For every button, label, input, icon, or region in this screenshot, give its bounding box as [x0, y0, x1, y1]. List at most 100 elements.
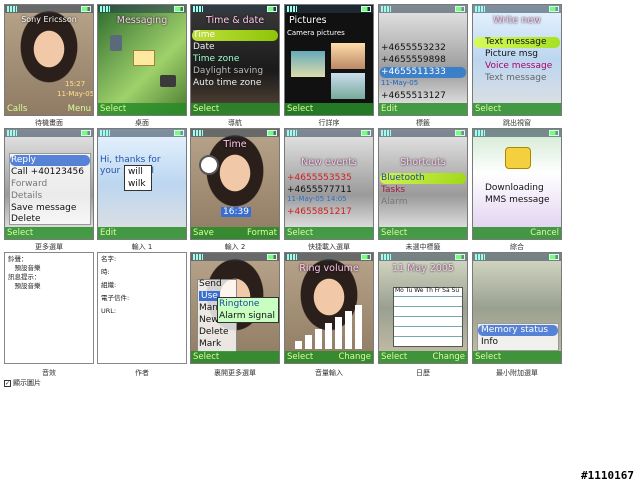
menu-item[interactable]: Details	[11, 191, 42, 201]
menu-item[interactable]: New	[199, 315, 219, 325]
menu-item[interactable]: Save message	[11, 203, 76, 213]
shortcut-item[interactable]: Bluetooth	[381, 173, 425, 183]
menu-item[interactable]: Text message	[485, 37, 547, 47]
softkey-left[interactable]: Calls	[7, 104, 27, 114]
menu-item[interactable]: Man	[199, 303, 218, 313]
softkey-left[interactable]: Select	[475, 104, 501, 114]
menu-item[interactable]: Voice message	[485, 61, 552, 71]
softkey-bar: Select	[5, 227, 93, 239]
clock-label: 15:27	[65, 80, 86, 88]
panel-line: URL:	[101, 307, 117, 315]
screen-calendar[interactable]: 11 May 2005 Mo Tu We Th Fr Sa Su Select C…	[378, 252, 468, 364]
screen-min-menu[interactable]: Memory status Info Select	[472, 252, 562, 364]
submenu-item[interactable]: Ringtone	[219, 299, 259, 309]
softkey-left[interactable]: Select	[287, 352, 313, 362]
screen-input-1[interactable]: Hi, thanks for your party. I will wilk E…	[97, 128, 187, 240]
menu-item[interactable]: Memory status	[481, 325, 548, 335]
menu-item[interactable]: Delete	[199, 327, 229, 337]
submenu-item[interactable]: Alarm signal	[219, 311, 275, 321]
menu-item[interactable]: Auto time zone	[193, 78, 261, 88]
list-item[interactable]: +4655559898	[381, 55, 446, 65]
event-item[interactable]: +4655577711	[287, 185, 352, 195]
softkey-bar: Select Change	[285, 351, 373, 363]
softkey-left[interactable]: Select	[193, 104, 219, 114]
softkey-left[interactable]: Select	[287, 228, 313, 238]
softkey-left[interactable]: Edit	[381, 104, 397, 114]
softkey-right[interactable]: Menu	[68, 104, 91, 114]
battery-icon	[455, 130, 465, 136]
suggestion-item[interactable]: wilk	[128, 179, 146, 189]
softkey-left[interactable]: Edit	[100, 228, 116, 238]
softkey-left[interactable]: Select	[287, 104, 313, 114]
screen-title: Ring volume	[299, 263, 359, 274]
screen-write-new[interactable]: Write new Text message Picture msg Voice…	[472, 4, 562, 116]
screen-time-date[interactable]: Time & date Time Date Time zone Daylight…	[190, 4, 280, 116]
menu-item[interactable]: Info	[481, 337, 498, 347]
screen-caption: 音效	[42, 369, 56, 377]
screen-pictures[interactable]: Pictures Camera pictures Select	[284, 4, 374, 116]
show-images-option[interactable]: ✓ 顯示圖片	[4, 378, 41, 388]
panel-line: 預設音樂	[8, 282, 41, 290]
softkey-left[interactable]: Select	[100, 104, 126, 114]
checkbox[interactable]: ✓	[4, 379, 11, 387]
suggestion-item[interactable]: will	[128, 167, 143, 177]
screen-title: Write new	[493, 15, 541, 26]
shortcut-item[interactable]: Tasks	[381, 185, 405, 195]
shortcut-item[interactable]: Alarm	[381, 197, 407, 207]
screen-standby[interactable]: Sony Ericsson 15:27 11-May-05 Calls Menu	[4, 4, 94, 116]
sound-info-panel: 鈴聲： 預設音樂 訊息提示： 預設音樂	[4, 252, 94, 364]
list-item[interactable]: +4655511333	[381, 67, 446, 77]
battery-icon	[455, 6, 465, 12]
screen-input-2[interactable]: Time 16:39 Save Format	[190, 128, 280, 240]
screen-desktop[interactable]: Messaging Select	[97, 4, 187, 116]
thumbnail-image[interactable]	[291, 51, 325, 77]
thumbnail-image[interactable]	[331, 73, 365, 99]
menu-item[interactable]: Time	[193, 30, 215, 40]
calendar-grid[interactable]	[393, 287, 463, 347]
list-item[interactable]: +4655553232	[381, 43, 446, 53]
menu-item[interactable]: Forward	[11, 179, 47, 189]
menu-item[interactable]: Daylight saving	[193, 66, 263, 76]
softkey-left[interactable]: Select	[381, 228, 407, 238]
softkey-right[interactable]: Cancel	[530, 228, 559, 238]
list-item[interactable]: 11-May-05	[381, 79, 418, 87]
event-item[interactable]: +4655553535	[287, 173, 352, 183]
list-item[interactable]: +4655513127	[381, 91, 446, 101]
menu-item[interactable]: Picture msg	[485, 49, 538, 59]
menu-item[interactable]: Time zone	[193, 54, 239, 64]
softkey-right[interactable]: Change	[338, 352, 371, 362]
screen-submenu[interactable]: Send Use Man New Delete Mark Ringtone Al…	[190, 252, 280, 364]
menu-item[interactable]: Send	[199, 279, 222, 289]
softkey-bar: Select	[285, 227, 373, 239]
screen-ring-volume[interactable]: Ring volume Select Change	[284, 252, 374, 364]
softkey-left[interactable]: Save	[193, 228, 214, 238]
softkey-left[interactable]: Select	[381, 352, 407, 362]
screen-more-menu[interactable]: Reply Call +40123456 Forward Details Sav…	[4, 128, 94, 240]
message-text[interactable]: Hi, thanks for	[100, 155, 161, 165]
screen-caption: 導航	[228, 119, 242, 127]
softkey-left[interactable]: Select	[475, 352, 501, 362]
camera-icon	[160, 75, 176, 87]
screen-downloading[interactable]: Downloading MMS message Cancel	[472, 128, 562, 240]
event-item[interactable]: 11-May-05 14:05	[287, 195, 347, 203]
volume-bars[interactable]	[295, 305, 365, 349]
menu-item[interactable]: Mark	[199, 339, 221, 349]
time-value[interactable]: 16:39	[221, 207, 251, 217]
event-item[interactable]: +4655851217	[287, 207, 352, 217]
softkey-right[interactable]: Format	[247, 228, 277, 238]
menu-item[interactable]: Delete	[11, 214, 41, 224]
menu-item[interactable]: Text message	[485, 73, 547, 83]
softkey-right[interactable]: Change	[432, 352, 465, 362]
screen-shortcuts[interactable]: Shortcuts Bluetooth Tasks Alarm Select	[378, 128, 468, 240]
screen-caption: 音量輸入	[315, 369, 343, 377]
screen-new-events[interactable]: New events +4655553535 +4655577711 11-Ma…	[284, 128, 374, 240]
softkey-left[interactable]: Select	[7, 228, 33, 238]
thumbnail-image[interactable]	[331, 43, 365, 69]
status-bar	[5, 5, 93, 13]
softkey-left[interactable]: Select	[193, 352, 219, 362]
menu-item[interactable]: Call +40123456	[11, 167, 84, 177]
menu-item[interactable]: Date	[193, 42, 215, 52]
screen-tabs[interactable]: +4655553232 +4655559898 +4655511333 11-M…	[378, 4, 468, 116]
menu-item[interactable]: Reply	[11, 155, 36, 165]
volume-bar	[345, 311, 352, 349]
